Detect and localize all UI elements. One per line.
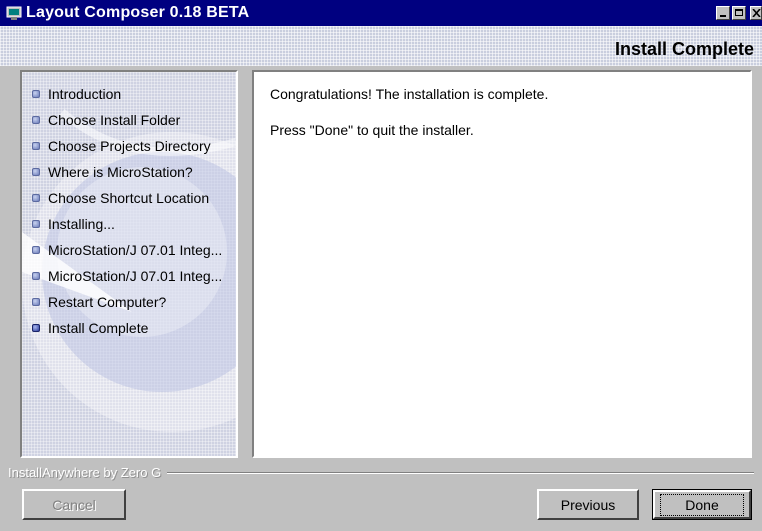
step-label: MicroStation/J 07.01 Integ...	[48, 242, 222, 258]
step-label: Install Complete	[48, 320, 148, 336]
done-button[interactable]: Done	[652, 489, 752, 520]
installanywhere-brand: InstallAnywhere by Zero G	[8, 465, 167, 480]
previous-button[interactable]: Previous	[537, 489, 639, 520]
step-bullet-icon	[32, 116, 40, 124]
minimize-button[interactable]	[716, 6, 730, 20]
step-label: Restart Computer?	[48, 294, 166, 310]
sidebar-step: Choose Install Folder	[32, 110, 234, 130]
done-instruction-message: Press "Done" to quit the installer.	[270, 122, 474, 138]
step-bullet-icon	[32, 168, 40, 176]
done-button-label: Done	[660, 494, 743, 516]
step-label: MicroStation/J 07.01 Integ...	[48, 268, 222, 284]
steps-panel: Introduction Choose Install Folder Choose …	[20, 70, 238, 458]
step-bullet-icon	[32, 220, 40, 228]
maximize-button[interactable]	[732, 6, 746, 20]
close-icon	[752, 9, 761, 17]
step-label: Where is MicroStation?	[48, 164, 193, 180]
title-bar[interactable]: Layout Composer 0.18 BETA	[0, 0, 762, 26]
step-header: Install Complete	[0, 26, 762, 66]
cancel-button[interactable]: Cancel	[22, 489, 126, 520]
congratulations-message: Congratulations! The installation is com…	[270, 86, 548, 102]
step-bullet-icon	[32, 324, 40, 332]
step-label: Choose Projects Directory	[48, 138, 211, 154]
step-bullet-icon	[32, 246, 40, 254]
step-bullet-icon	[32, 142, 40, 150]
sidebar-step: Restart Computer?	[32, 292, 234, 312]
sidebar-step: Choose Projects Directory	[32, 136, 234, 156]
sidebar-step: Installing...	[32, 214, 234, 234]
step-bullet-icon	[32, 90, 40, 98]
sidebar-step: Introduction	[32, 84, 234, 104]
step-bullet-icon	[32, 194, 40, 202]
sidebar-step: MicroStation/J 07.01 Integ...	[32, 266, 234, 286]
sidebar-step: Where is MicroStation?	[32, 162, 234, 182]
installer-app-icon	[6, 5, 22, 21]
sidebar-step: Choose Shortcut Location	[32, 188, 234, 208]
maximize-icon	[735, 9, 743, 16]
sidebar-step: Install Complete	[32, 318, 234, 338]
done-button-bevel: Done	[653, 490, 751, 519]
sidebar-step: MicroStation/J 07.01 Integ...	[32, 240, 234, 260]
minimize-icon	[720, 15, 726, 17]
step-label: Installing...	[48, 216, 115, 232]
message-panel: Congratulations! The installation is com…	[252, 70, 752, 458]
step-title: Install Complete	[615, 39, 754, 60]
step-label: Choose Install Folder	[48, 112, 180, 128]
step-label: Introduction	[48, 86, 121, 102]
window-title: Layout Composer 0.18 BETA	[26, 4, 249, 22]
step-bullet-icon	[32, 272, 40, 280]
step-bullet-icon	[32, 298, 40, 306]
close-button[interactable]	[750, 6, 762, 20]
step-label: Choose Shortcut Location	[48, 190, 209, 206]
